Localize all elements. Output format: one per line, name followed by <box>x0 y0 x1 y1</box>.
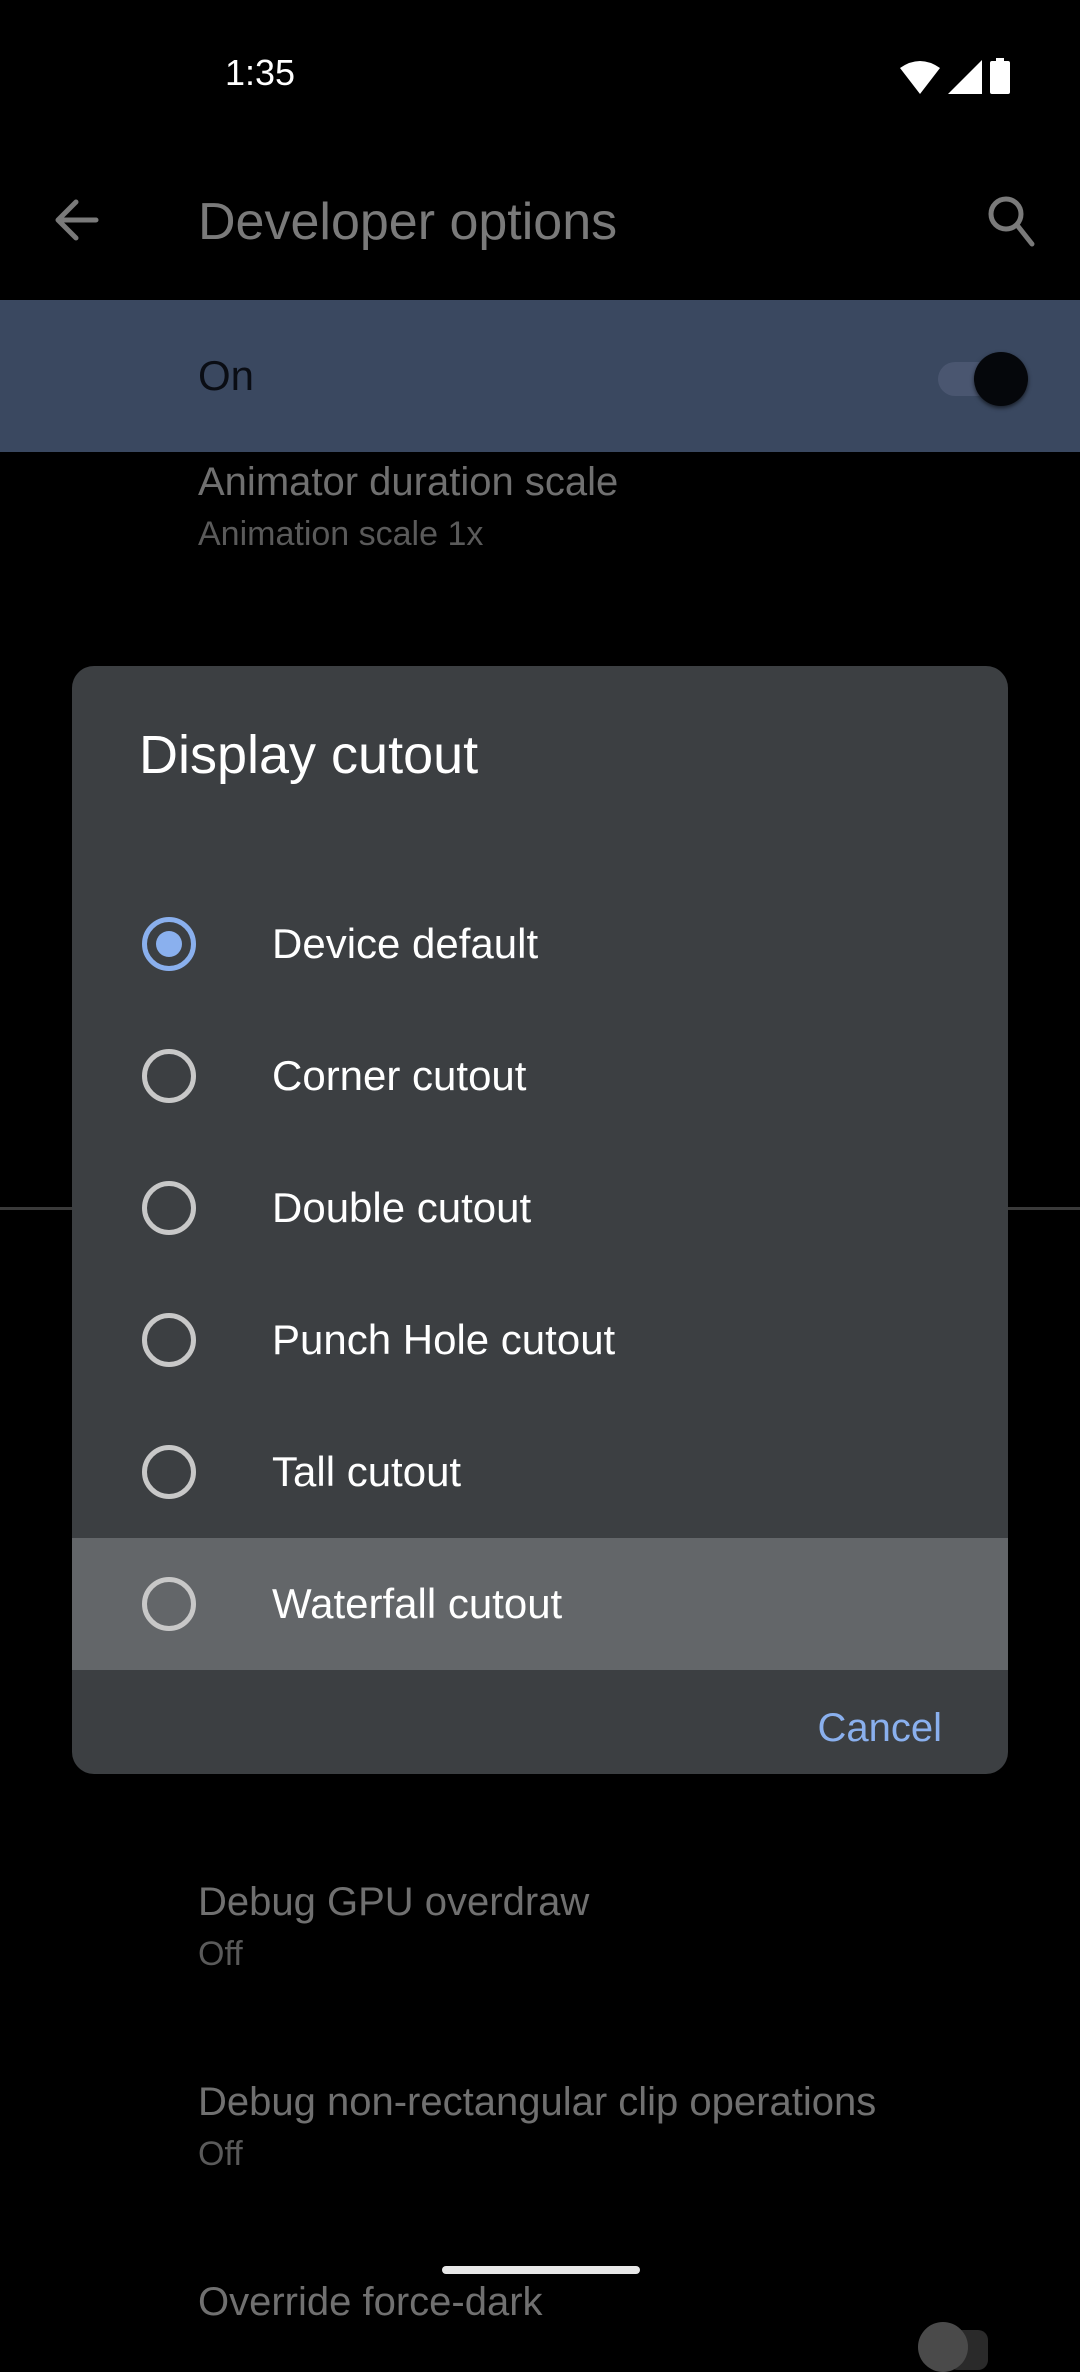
pref-title: Animator duration scale <box>198 460 619 504</box>
toggle-thumb <box>918 2322 968 2372</box>
option-label: Device default <box>272 920 539 967</box>
pref-override-force-dark[interactable]: Override force-dark <box>198 2280 543 2325</box>
radio-unchecked-icon[interactable] <box>142 1313 196 1367</box>
gesture-nav-handle[interactable] <box>442 2266 640 2274</box>
pref-animator-duration-scale[interactable]: Animator duration scale Animation scale … <box>198 460 618 554</box>
status-time: 1:35 <box>225 52 296 93</box>
display-cutout-dialog: Display cutout Device default Corner cut… <box>72 666 1008 1774</box>
option-label: Corner cutout <box>272 1052 527 1099</box>
master-toggle-switch[interactable] <box>938 350 1028 406</box>
cancel-button[interactable]: Cancel <box>817 1706 942 1751</box>
radio-unchecked-icon[interactable] <box>142 1445 196 1499</box>
pref-debug-non-rectangular-clip[interactable]: Debug non-rectangular clip operations Of… <box>198 2080 876 2174</box>
option-label: Punch Hole cutout <box>272 1316 616 1363</box>
option-corner-cutout[interactable]: Corner cutout <box>72 1010 1008 1142</box>
wifi-icon <box>900 61 940 94</box>
toggle-thumb <box>974 352 1028 406</box>
developer-options-master-switch-row[interactable] <box>0 300 1080 452</box>
radio-checked-icon[interactable] <box>142 917 196 971</box>
option-label: Tall cutout <box>272 1448 462 1495</box>
option-tall-cutout[interactable]: Tall cutout <box>72 1406 1008 1538</box>
pref-summary: Animation scale 1x <box>198 515 484 553</box>
page-title: Developer options <box>198 193 618 251</box>
pref-title: Override force-dark <box>198 2280 543 2324</box>
option-label: Waterfall cutout <box>272 1580 563 1627</box>
pref-debug-gpu-overdraw[interactable]: Debug GPU overdraw Off <box>198 1880 589 1974</box>
radio-unchecked-icon[interactable] <box>142 1181 196 1235</box>
pref-title: Debug non-rectangular clip operations <box>198 2080 877 2124</box>
pref-title: Debug GPU overdraw <box>198 1880 590 1924</box>
pref-summary: Off <box>198 1935 243 1973</box>
master-switch-label: On <box>198 352 255 399</box>
battery-icon <box>990 58 1010 94</box>
dialog-title: Display cutout <box>139 725 479 785</box>
option-label: Double cutout <box>272 1184 532 1231</box>
status-icons <box>900 58 1010 94</box>
arrow-back-icon[interactable] <box>48 190 108 250</box>
option-punch-hole-cutout[interactable]: Punch Hole cutout <box>72 1274 1008 1406</box>
search-icon[interactable] <box>982 192 1042 252</box>
status-bar: 1:35 <box>0 0 1080 150</box>
radio-unchecked-icon[interactable] <box>142 1049 196 1103</box>
option-double-cutout[interactable]: Double cutout <box>72 1142 1008 1274</box>
option-device-default[interactable]: Device default <box>72 878 1008 1010</box>
option-waterfall-cutout[interactable]: Waterfall cutout <box>72 1538 1008 1670</box>
cellular-signal-icon <box>948 60 982 94</box>
radio-unchecked-icon[interactable] <box>142 1577 196 1631</box>
pref-summary: Off <box>198 2135 243 2173</box>
